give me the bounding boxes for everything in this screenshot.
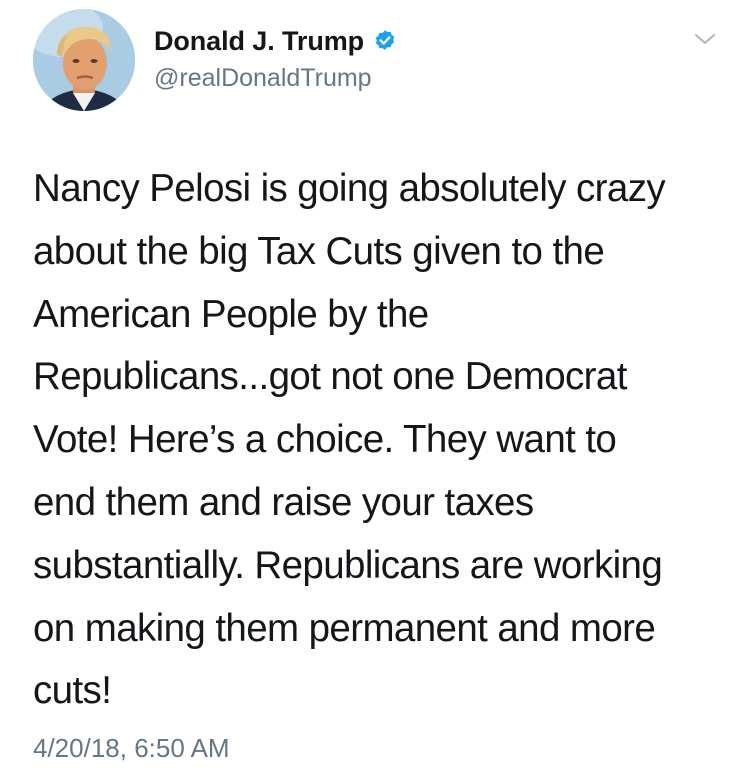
- chevron-down-icon[interactable]: [694, 31, 716, 47]
- tweet-card: Donald J. Trump @realDonaldTrump Nancy P…: [0, 0, 732, 778]
- tweet-text-line: about the big Tax Cuts given to the: [33, 229, 605, 273]
- author-name-row: Donald J. Trump: [154, 24, 397, 58]
- tweet-text-line: substantially. Republicans are working: [33, 543, 663, 587]
- tweet-text-line: Nancy Pelosi is going absolutely crazy: [33, 167, 666, 210]
- tweet-text-line: Republicans...got not one Democrat: [33, 355, 627, 399]
- author-handle[interactable]: @realDonaldTrump: [154, 64, 372, 93]
- tweet-text: Nancy Pelosi is going absolutely crazy a…: [33, 158, 723, 723]
- avatar-image: [33, 9, 135, 111]
- verified-badge-icon: [373, 29, 397, 53]
- tweet-text-line: Vote! Here’s a choice. They want to: [33, 418, 617, 462]
- tweet-text-line: American People by the: [33, 292, 429, 336]
- avatar[interactable]: [33, 9, 135, 111]
- tweet-text-line: on making them permanent and more: [33, 606, 656, 650]
- display-name[interactable]: Donald J. Trump: [154, 26, 364, 57]
- tweet-text-line: end them and raise your taxes: [33, 480, 534, 524]
- tweet-timestamp[interactable]: 4/20/18, 6:50 AM: [33, 733, 230, 764]
- tweet-text-line: cuts!: [33, 669, 112, 713]
